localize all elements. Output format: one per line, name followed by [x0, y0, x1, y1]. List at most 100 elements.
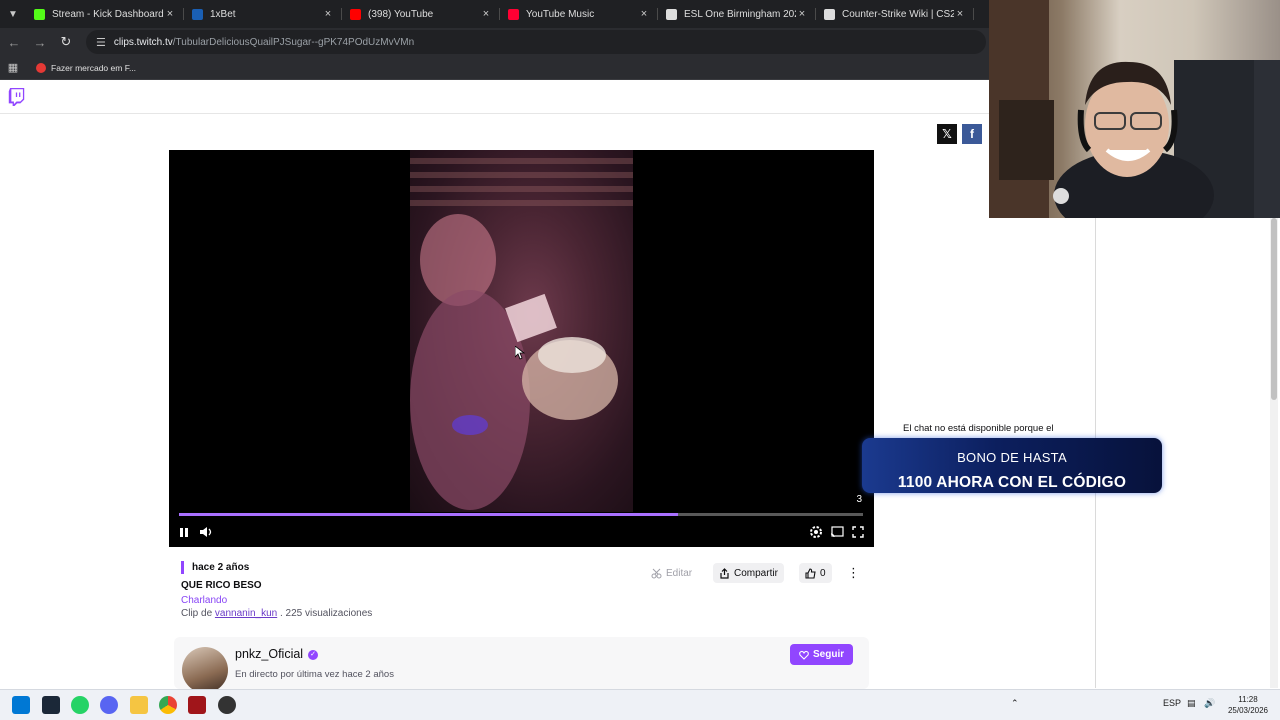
share-button[interactable]: Compartir	[713, 563, 784, 583]
thumbs-up-icon	[805, 567, 816, 579]
mouse-cursor-icon	[515, 346, 525, 360]
tab-close-icon[interactable]: ×	[480, 8, 492, 20]
url-host: clips.twitch.tv	[113, 36, 173, 48]
channel-avatar[interactable]	[182, 647, 228, 693]
follow-button[interactable]: Seguir	[790, 644, 854, 665]
verified-badge-icon: ✓	[308, 649, 319, 660]
bookmark-favicon-icon	[36, 62, 46, 73]
share-x-icon[interactable]: 𝕏	[937, 124, 957, 144]
volume-icon[interactable]	[197, 524, 215, 540]
clip-by-prefix: Clip de	[181, 608, 213, 619]
liquipedia-icon	[666, 8, 677, 20]
back-icon[interactable]: ←	[2, 30, 26, 54]
volume-tray-icon[interactable]: 🔊	[1204, 698, 1215, 709]
promo-line-2: 1100 AHORA CON EL CÓDIGO	[897, 474, 1127, 491]
tab-close-icon[interactable]: ×	[322, 8, 334, 20]
forward-icon[interactable]: →	[28, 30, 52, 54]
last-live-text: En directo por última vez hace 2 años	[235, 669, 394, 680]
tray-chevron-icon[interactable]: ⌃	[1011, 698, 1019, 709]
kick-icon	[34, 8, 45, 20]
video-scene	[410, 158, 633, 510]
browser-toolbar: ← → ↻ ☰ clips.twitch.tv /TubularDeliciou…	[0, 28, 990, 56]
steam-icon[interactable]	[42, 696, 60, 714]
twitch-logo-icon[interactable]	[8, 88, 25, 106]
clip-info: hace 2 años QUE RICO BESO Charlando Clip…	[169, 558, 874, 628]
browser-tab[interactable]: Counter-Strike Wiki | CS2 | Liqu×	[816, 0, 974, 28]
settings-gear-icon[interactable]	[807, 524, 825, 540]
progress-bar[interactable]	[179, 513, 863, 516]
tab-title: Counter-Strike Wiki | CS2 | Liqu	[842, 8, 954, 20]
bookmark-item[interactable]: Fazer mercado em F...	[36, 62, 137, 73]
browser-tab-strip: ▼ Stream - Kick Dashboard × 1xBet × (398) Yo…	[0, 0, 990, 28]
clock-date: 25/03/2026	[1227, 706, 1269, 715]
discord-icon[interactable]	[100, 696, 118, 714]
clip-meta: Clip de vannanin_kun . 225 visualizacion…	[181, 608, 372, 619]
browser-tab[interactable]: (398) YouTube ×	[342, 0, 500, 28]
share-facebook-icon[interactable]: f	[962, 124, 982, 144]
channel-name[interactable]: pnkz_Oficial	[235, 647, 303, 661]
language-indicator[interactable]: ESP	[1163, 698, 1181, 708]
channel-card: pnkz_Oficial ✓ En directo por última vez …	[174, 637, 869, 693]
windows-start-icon[interactable]	[12, 696, 30, 714]
tab-close-icon[interactable]: ×	[164, 8, 176, 20]
network-icon[interactable]: ▤	[1187, 698, 1196, 709]
more-options-icon[interactable]: ⋮	[841, 563, 866, 583]
chat-unavailable-text: El chat no está disponible porque el	[903, 423, 1054, 434]
youtube-icon	[350, 8, 361, 20]
webcam-scene	[989, 0, 1280, 218]
clip-age: hace 2 años	[181, 561, 249, 574]
clip-title: QUE RICO BESO	[181, 580, 262, 591]
reload-icon[interactable]: ↻	[54, 30, 78, 54]
site-info-icon[interactable]: ☰	[96, 36, 106, 49]
twitch-header	[0, 80, 990, 114]
video-player[interactable]: 3	[169, 150, 874, 547]
follow-label: Seguir	[813, 649, 845, 660]
clock[interactable]: 11:28 25/03/2026	[1222, 694, 1274, 716]
tab-search-chevron-icon[interactable]: ▼	[0, 0, 26, 28]
url-path: /TubularDeliciousQuailPJSugar--gPK74POdU…	[172, 36, 415, 48]
progress-fill	[179, 513, 679, 516]
browser-tab[interactable]: Stream - Kick Dashboard ×	[26, 0, 184, 28]
apps-grid-icon[interactable]: ▦	[0, 61, 26, 74]
category-link[interactable]: Charlando	[181, 595, 227, 606]
bookmarks-bar: ▦ Fazer mercado em F...	[0, 56, 990, 80]
dota-icon[interactable]	[188, 696, 206, 714]
tab-close-icon[interactable]: ×	[954, 8, 966, 20]
tab-title: (398) YouTube	[368, 8, 434, 20]
like-count: 0	[820, 567, 826, 579]
1xbet-icon	[192, 8, 203, 20]
scissors-icon	[651, 568, 662, 578]
tab-title: Stream - Kick Dashboard	[52, 8, 164, 20]
video-frame	[410, 150, 633, 512]
clip-counter: 3	[856, 494, 862, 505]
scrollbar-thumb[interactable]	[1271, 218, 1277, 400]
bookmark-label: Fazer mercado em F...	[51, 62, 137, 73]
browser-tab[interactable]: YouTube Music ×	[500, 0, 658, 28]
channel-name-row: pnkz_Oficial ✓	[235, 647, 319, 661]
pause-icon[interactable]	[175, 524, 193, 540]
browser-tab[interactable]: ESL One Birmingham 2026: Gro×	[658, 0, 816, 28]
like-button[interactable]: 0	[799, 563, 832, 583]
fullscreen-icon[interactable]	[849, 524, 867, 540]
windows-taskbar: ⌃ ESP ▤ 🔊 11:28 25/03/2026	[0, 689, 1280, 720]
file-explorer-icon[interactable]	[130, 696, 148, 714]
tab-close-icon[interactable]: ×	[638, 8, 650, 20]
cast-icon[interactable]	[828, 524, 846, 540]
edit-label: Editar	[666, 567, 693, 579]
browser-tab[interactable]: 1xBet ×	[184, 0, 342, 28]
tab-close-icon[interactable]: ×	[796, 8, 808, 20]
share-label: Compartir	[734, 567, 778, 579]
tab-title: YouTube Music	[526, 8, 595, 20]
liquipedia-icon	[824, 8, 835, 20]
webcam-overlay	[989, 0, 1280, 218]
edit-button[interactable]: Editar	[645, 563, 698, 583]
whatsapp-icon[interactable]	[71, 696, 89, 714]
view-count: . 225 visualizaciones	[279, 608, 373, 619]
page-scrollbar[interactable]	[1270, 218, 1278, 688]
address-bar[interactable]: ☰ clips.twitch.tv /TubularDeliciousQuail…	[86, 30, 986, 54]
chrome-icon[interactable]	[159, 696, 177, 714]
clipper-link[interactable]: vannanin_kun	[215, 608, 277, 619]
obs-icon[interactable]	[218, 696, 236, 714]
tab-title: 1xBet	[210, 8, 236, 20]
clock-time: 11:28	[1238, 695, 1258, 704]
